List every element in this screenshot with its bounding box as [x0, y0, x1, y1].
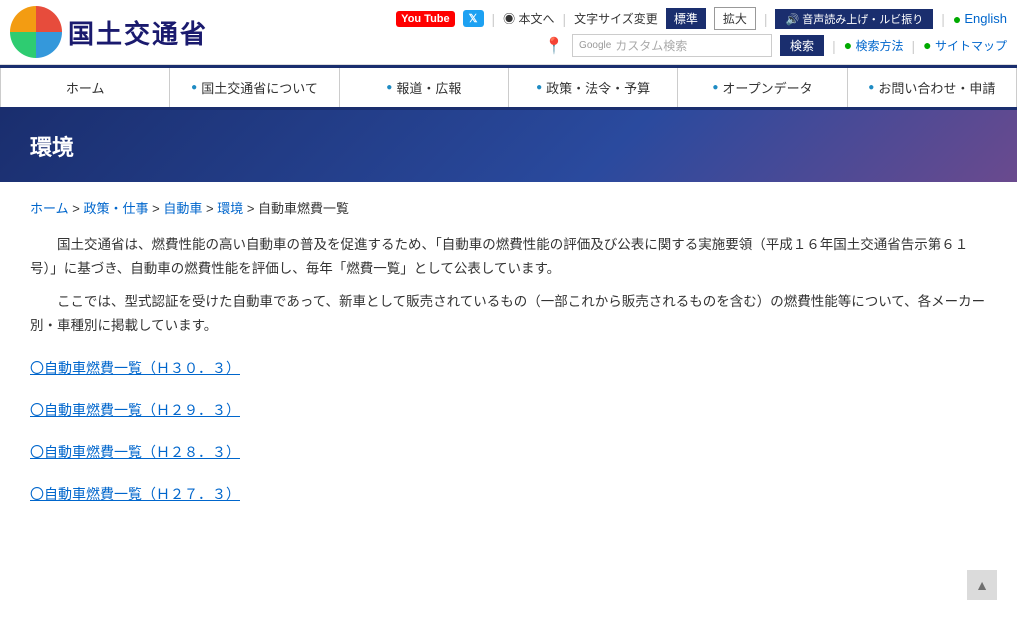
divider2: | [563, 11, 567, 27]
search-input[interactable]: カスタム検索 [615, 37, 687, 54]
audio-btn[interactable]: 🔊 音声読み上げ・ルビ振り [775, 9, 933, 29]
main-nav: ホーム ●国土交通省について ●報道・広報 ●政策・法令・予算 ●オープンデータ… [0, 65, 1017, 110]
header-row2: 📍 Google カスタム検索 検索 | ● 検索方法 | ● サイトマップ [544, 34, 1007, 57]
sitemap-dot: ● [923, 37, 931, 53]
nav-policy[interactable]: ●政策・法令・予算 [509, 68, 678, 107]
breadcrumb-current: 自動車燃費一覧 [258, 201, 349, 216]
description-para1: 国土交通省は、燃費性能の高い自動車の普及を促進するため、「自動車の燃費性能の評価… [30, 233, 987, 282]
header-row1: You Tube 𝕏 | ◉ 本文へ | 文字サイズ変更 標準 拡大 | 🔊 音… [396, 7, 1007, 30]
fuel-link-h29[interactable]: 〇自動車燃費一覧（Ｈ２９．３） [30, 402, 240, 418]
breadcrumb-sep2: > [152, 201, 163, 216]
breadcrumb-policy[interactable]: 政策・仕事 [83, 201, 148, 216]
fuel-link-h30[interactable]: 〇自動車燃費一覧（Ｈ３０．３） [30, 360, 240, 376]
header-controls: You Tube 𝕏 | ◉ 本文へ | 文字サイズ変更 標準 拡大 | 🔊 音… [396, 7, 1007, 57]
logo-text: 国土交通省 [68, 14, 208, 51]
breadcrumb: ホーム > 政策・仕事 > 自動車 > 環境 > 自動車燃費一覧 [30, 198, 987, 217]
breadcrumb-auto[interactable]: 自動車 [163, 201, 202, 216]
page-banner-title: 環境 [30, 130, 987, 162]
english-link[interactable]: ● English [953, 11, 1007, 27]
location-pin-icon: 📍 [544, 36, 564, 56]
sitemap-link[interactable]: ● サイトマップ [923, 37, 1007, 54]
breadcrumb-sep4: > [247, 201, 258, 216]
breadcrumb-sep3: > [206, 201, 217, 216]
list-item: 〇自動車燃費一覧（Ｈ２７．３） [30, 484, 987, 504]
divider4: | [941, 11, 945, 27]
searchmethod-link[interactable]: ● 検索方法 [844, 37, 904, 54]
fuel-link-h28[interactable]: 〇自動車燃費一覧（Ｈ２８．３） [30, 444, 240, 460]
search-box: Google カスタム検索 [572, 34, 772, 57]
breadcrumb-sep1: > [72, 201, 83, 216]
nav-contact[interactable]: ●お問い合わせ・申請 [848, 68, 1017, 107]
searchmethod-dot: ● [844, 37, 852, 53]
nav-home[interactable]: ホーム [0, 68, 170, 107]
standard-btn[interactable]: 標準 [666, 8, 706, 29]
nav-news[interactable]: ●報道・広報 [340, 68, 509, 107]
description-block: 国土交通省は、燃費性能の高い自動車の普及を促進するため、「自動車の燃費性能の評価… [30, 233, 987, 338]
list-item: 〇自動車燃費一覧（Ｈ２９．３） [30, 400, 987, 420]
google-label: Google [579, 40, 611, 51]
breadcrumb-home[interactable]: ホーム [30, 201, 69, 216]
twitter-icon[interactable]: 𝕏 [463, 10, 484, 27]
header: 国土交通省 You Tube 𝕏 | ◉ 本文へ | 文字サイズ変更 標準 拡大… [0, 0, 1017, 65]
logo-area: 国土交通省 [10, 6, 208, 58]
youtube-badge[interactable]: You Tube [396, 11, 454, 27]
honbun-link[interactable]: ◉ 本文へ [503, 10, 554, 27]
nav-opendata[interactable]: ●オープンデータ [678, 68, 847, 107]
breadcrumb-env[interactable]: 環境 [217, 201, 243, 216]
search-button[interactable]: 検索 [780, 35, 824, 56]
description-para2: ここでは、型式認証を受けた自動車であって、新車として販売されているもの（一部これ… [30, 290, 987, 339]
fuel-link-h27[interactable]: 〇自動車燃費一覧（Ｈ２７．３） [30, 486, 240, 502]
mojisize-label: 文字サイズ変更 [574, 10, 658, 27]
scroll-top-button[interactable]: ▲ [967, 570, 997, 600]
divider6: | [912, 38, 916, 54]
page-banner: 環境 [0, 110, 1017, 182]
english-dot: ● [953, 11, 961, 27]
divider5: | [832, 38, 836, 54]
list-item: 〇自動車燃費一覧（Ｈ２８．３） [30, 442, 987, 462]
large-btn[interactable]: 拡大 [714, 7, 756, 30]
nav-about[interactable]: ●国土交通省について [170, 68, 339, 107]
list-item: 〇自動車燃費一覧（Ｈ３０．３） [30, 358, 987, 378]
divider: | [492, 11, 496, 27]
scroll-top-icon: ▲ [975, 577, 989, 593]
fuel-list: 〇自動車燃費一覧（Ｈ３０．３） 〇自動車燃費一覧（Ｈ２９．３） 〇自動車燃費一覧… [30, 358, 987, 504]
content-area: ホーム > 政策・仕事 > 自動車 > 環境 > 自動車燃費一覧 国土交通省は、… [0, 182, 1017, 556]
divider3: | [764, 11, 768, 27]
logo-icon [10, 6, 62, 58]
